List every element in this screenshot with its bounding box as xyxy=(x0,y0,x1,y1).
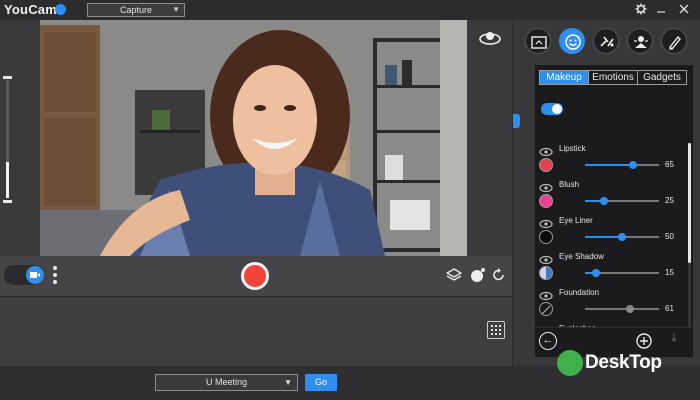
eye-icon xyxy=(539,216,553,229)
face-makeup-category-icon[interactable] xyxy=(559,28,585,54)
add-effect-icon[interactable] xyxy=(635,332,653,350)
effect-value: 65 xyxy=(665,160,674,169)
effect-value: 50 xyxy=(665,232,674,241)
video-camera-icon xyxy=(26,266,44,284)
watermark-logo-icon xyxy=(557,350,583,376)
effect-label: Eye Liner xyxy=(559,216,593,225)
effect-color-swatch[interactable] xyxy=(539,266,553,280)
capture-gallery xyxy=(0,296,512,366)
effect-value: 25 xyxy=(665,196,674,205)
effect-slider-thumb[interactable] xyxy=(618,233,626,241)
beauty-effect-icon[interactable] xyxy=(470,267,486,283)
lips-icon xyxy=(539,144,553,157)
effect-label: Eye Shadow xyxy=(559,252,604,261)
mode-dropdown[interactable]: Capture ▼ xyxy=(87,3,185,17)
meeting-app-value: U Meeting xyxy=(205,377,248,387)
effect-slider-fill xyxy=(585,164,634,166)
effect-row: Eye Liner 50 xyxy=(535,216,685,254)
frames-category-icon[interactable] xyxy=(525,28,551,54)
zoom-minus-icon[interactable] xyxy=(3,200,12,203)
grid-view-icon[interactable] xyxy=(487,321,505,339)
scene-category-icon[interactable] xyxy=(627,28,653,54)
effect-intensity-slider[interactable] xyxy=(585,233,659,241)
effect-value: 61 xyxy=(665,304,674,313)
tab-gadgets[interactable]: Gadgets xyxy=(638,71,686,84)
effects-panel: Makeup Emotions Gadgets Lipstick 65 Blush 2… xyxy=(512,20,700,366)
minimize-button[interactable] xyxy=(655,3,667,15)
effect-value: 15 xyxy=(665,268,674,277)
eye-icon xyxy=(539,252,553,265)
app-title: YouCam xyxy=(4,2,57,17)
effect-intensity-slider[interactable] xyxy=(585,197,659,205)
back-arrow-icon[interactable]: ← xyxy=(539,332,557,350)
effect-label: Foundation xyxy=(559,288,600,297)
effect-label: Lipstick xyxy=(559,144,586,153)
settings-gear-icon[interactable] xyxy=(635,3,647,15)
title-bar: YouCam Capture ▼ xyxy=(0,0,700,20)
tab-makeup[interactable]: Makeup xyxy=(540,71,589,84)
effect-label: Blush xyxy=(559,180,580,189)
download-icon[interactable]: ⤓ xyxy=(667,332,681,350)
effect-tabs: Makeup Emotions Gadgets xyxy=(539,70,687,85)
draw-category-icon[interactable] xyxy=(661,28,687,54)
notification-icon[interactable] xyxy=(55,4,66,15)
effect-slider-thumb[interactable] xyxy=(592,269,601,277)
effect-color-swatch[interactable] xyxy=(539,158,553,172)
record-button[interactable] xyxy=(241,262,269,290)
effect-intensity-slider[interactable] xyxy=(585,161,659,169)
effect-slider-fill xyxy=(585,308,631,310)
video-mode-toggle[interactable] xyxy=(4,265,44,285)
effect-row: Eye Shadow 15 xyxy=(535,252,685,290)
effect-intensity-slider[interactable] xyxy=(585,269,659,277)
chevron-down-icon: ▼ xyxy=(284,378,292,387)
particle-effects-category-icon[interactable] xyxy=(593,28,619,54)
close-button[interactable] xyxy=(678,3,690,15)
rotate-icon[interactable] xyxy=(491,267,507,283)
watermark-text: DeskTop xyxy=(585,352,662,373)
effect-slider-thumb[interactable] xyxy=(626,305,635,313)
effect-slider-thumb[interactable] xyxy=(599,197,608,205)
layers-icon[interactable] xyxy=(445,267,463,283)
tab-emotions[interactable]: Emotions xyxy=(589,71,638,84)
effect-row: Blush 25 xyxy=(535,180,685,218)
effect-color-swatch[interactable] xyxy=(539,302,553,316)
zoom-plus-icon[interactable] xyxy=(3,76,12,79)
effects-scrollbar-thumb[interactable] xyxy=(688,143,691,263)
collapse-panel-icon[interactable] xyxy=(513,114,520,128)
chevron-down-icon: ▼ xyxy=(172,5,180,14)
effects-scrollbar[interactable] xyxy=(688,143,691,353)
go-button[interactable]: Go xyxy=(305,374,337,391)
blush-brush-icon xyxy=(539,180,553,193)
makeup-card: Makeup Emotions Gadgets Lipstick 65 Blush 2… xyxy=(535,65,693,357)
mode-dropdown-value: Capture xyxy=(119,5,153,15)
effect-slider-thumb[interactable] xyxy=(629,161,638,169)
camera-preview xyxy=(40,20,467,256)
effect-row: Lipstick 65 xyxy=(535,144,685,182)
cloud-cam-icon[interactable] xyxy=(478,28,502,46)
effect-intensity-slider[interactable] xyxy=(585,305,659,313)
meeting-app-dropdown[interactable]: U Meeting ▼ xyxy=(155,374,298,391)
effect-color-swatch[interactable] xyxy=(539,194,553,208)
makeup-enable-toggle[interactable] xyxy=(541,103,563,115)
capture-controls xyxy=(0,256,512,296)
effect-row: Foundation 61 xyxy=(535,288,685,326)
face-icon xyxy=(539,288,553,301)
effect-slider-fill xyxy=(585,236,622,238)
more-options-icon[interactable] xyxy=(52,264,58,286)
zoom-slider-fill xyxy=(6,162,9,198)
effect-color-swatch[interactable] xyxy=(539,230,553,244)
